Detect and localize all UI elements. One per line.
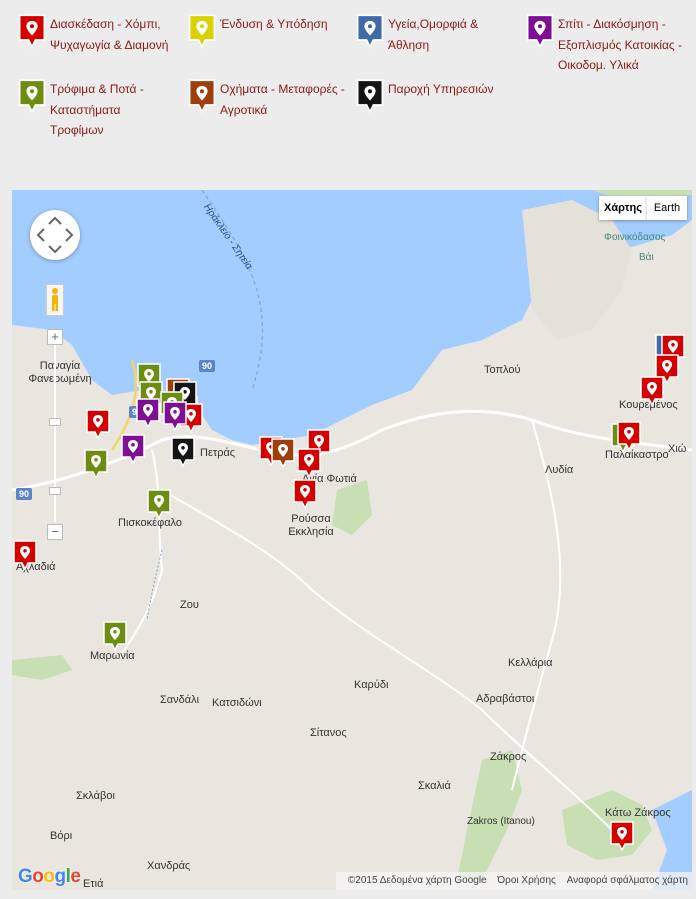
place-label: Σίτανος bbox=[310, 727, 347, 739]
place-label: Ετιά bbox=[83, 878, 104, 890]
legend-label: Ένδυση & Υπόδηση bbox=[220, 17, 328, 31]
place-label: Τοπλού bbox=[484, 364, 521, 376]
place-label: Κελλάρια bbox=[508, 657, 553, 669]
map-marker[interactable] bbox=[102, 620, 128, 652]
place-label: Κατσιδώνι bbox=[212, 697, 262, 709]
map-marker[interactable] bbox=[85, 408, 111, 440]
map-marker[interactable] bbox=[609, 820, 635, 852]
place-label: Σκλάβοι bbox=[76, 790, 115, 802]
pegman-icon bbox=[52, 288, 58, 311]
place-label: Σκαλιά bbox=[418, 780, 451, 792]
map-marker[interactable] bbox=[162, 400, 188, 432]
place-label: Σανδάλι bbox=[160, 694, 200, 706]
place-label: Χανδράς bbox=[147, 860, 191, 872]
place-label: Λυδία bbox=[545, 464, 574, 476]
map-marker[interactable] bbox=[135, 397, 161, 429]
place-label: Χιώ bbox=[668, 443, 687, 455]
zoom-in-button[interactable]: + bbox=[47, 329, 63, 345]
legend-label: Τρόφιμα & Ποτά - Καταστήματα Τροφίμων bbox=[50, 82, 144, 137]
place-label: Φοινικόδασος bbox=[604, 232, 666, 243]
map-marker[interactable] bbox=[616, 420, 642, 452]
map-marker[interactable] bbox=[170, 436, 196, 468]
map-pin-icon bbox=[187, 13, 217, 49]
map-marker[interactable] bbox=[12, 539, 38, 571]
legend-label: Διασκέδαση - Χόμπι, Ψυχαγωγία & Διαμονή bbox=[50, 17, 169, 52]
legend-label: Υγεία,Ομορφιά & Άθληση bbox=[388, 17, 479, 52]
map-marker[interactable] bbox=[292, 478, 318, 510]
map-marker[interactable] bbox=[83, 448, 109, 480]
street-view-pegman[interactable] bbox=[46, 284, 64, 316]
map-pin-icon bbox=[17, 13, 47, 49]
place-label: Ζάκρος bbox=[490, 751, 527, 763]
report-error-link[interactable]: Αναφορά σφάλματος χάρτη bbox=[567, 875, 688, 886]
place-label: Βόρι bbox=[50, 830, 73, 842]
map-marker[interactable] bbox=[146, 488, 172, 520]
pan-control[interactable] bbox=[30, 210, 80, 260]
map-marker[interactable] bbox=[639, 375, 665, 407]
map-marker[interactable] bbox=[296, 447, 322, 479]
map-pin-icon bbox=[525, 13, 555, 49]
road-number-badge: 90 bbox=[16, 488, 33, 500]
pan-arrows-icon bbox=[36, 216, 74, 254]
zoom-slider-handle[interactable] bbox=[49, 418, 61, 426]
legend-label: Οχήματα - Μεταφορές - Αγροτικά bbox=[220, 82, 345, 117]
legend-label: Σπίτι - Διακόσμηση - Εξοπλισμός Κατοικία… bbox=[558, 17, 683, 72]
place-label: Αδραβάστοι bbox=[476, 693, 535, 705]
place-label: Παναγία Φανερωμένη bbox=[28, 360, 92, 385]
road-number-badge: 90 bbox=[199, 360, 216, 372]
map-pin-icon bbox=[355, 78, 385, 114]
zoom-level-tick[interactable] bbox=[49, 487, 61, 495]
place-label: Ζου bbox=[180, 599, 199, 611]
place-label: Πετράς bbox=[200, 447, 236, 459]
place-label: Κάτω Ζάκρος bbox=[605, 807, 671, 819]
map-marker[interactable] bbox=[270, 437, 296, 469]
map-pin-icon bbox=[355, 13, 385, 49]
google-map[interactable]: Φοινικόδασος Βάι Τοπλού Κουρεμένος Χιώ Λ… bbox=[12, 190, 692, 890]
map-marker[interactable] bbox=[120, 433, 146, 465]
map-copyright: ©2015 Δεδομένα χάρτη Google bbox=[347, 875, 487, 886]
map-type-earth-button[interactable]: Earth bbox=[647, 196, 687, 220]
legend-label: Παροχή Υπηρεσιών bbox=[388, 82, 494, 96]
place-label: Zakros (Itanou) bbox=[467, 816, 535, 827]
map-type-map-button[interactable]: Χάρτης bbox=[599, 196, 647, 220]
google-logo[interactable]: Google bbox=[18, 866, 81, 888]
map-attribution-bar: ©2015 Δεδομένα χάρτη Google Όροι Χρήσης … bbox=[335, 872, 692, 890]
map-pin-icon bbox=[187, 78, 217, 114]
place-label: Ρούσσα Εκκλησία bbox=[288, 513, 334, 538]
map-pin-icon bbox=[17, 78, 47, 114]
category-legend: Διασκέδαση - Χόμπι, Ψυχαγωγία & Διαμονή … bbox=[0, 0, 696, 180]
place-label: Καρύδι bbox=[354, 679, 389, 691]
zoom-out-button[interactable]: − bbox=[47, 524, 63, 540]
map-base-layer bbox=[12, 190, 692, 890]
place-label: Βάι bbox=[639, 252, 654, 263]
terms-link[interactable]: Όροι Χρήσης bbox=[497, 875, 555, 886]
